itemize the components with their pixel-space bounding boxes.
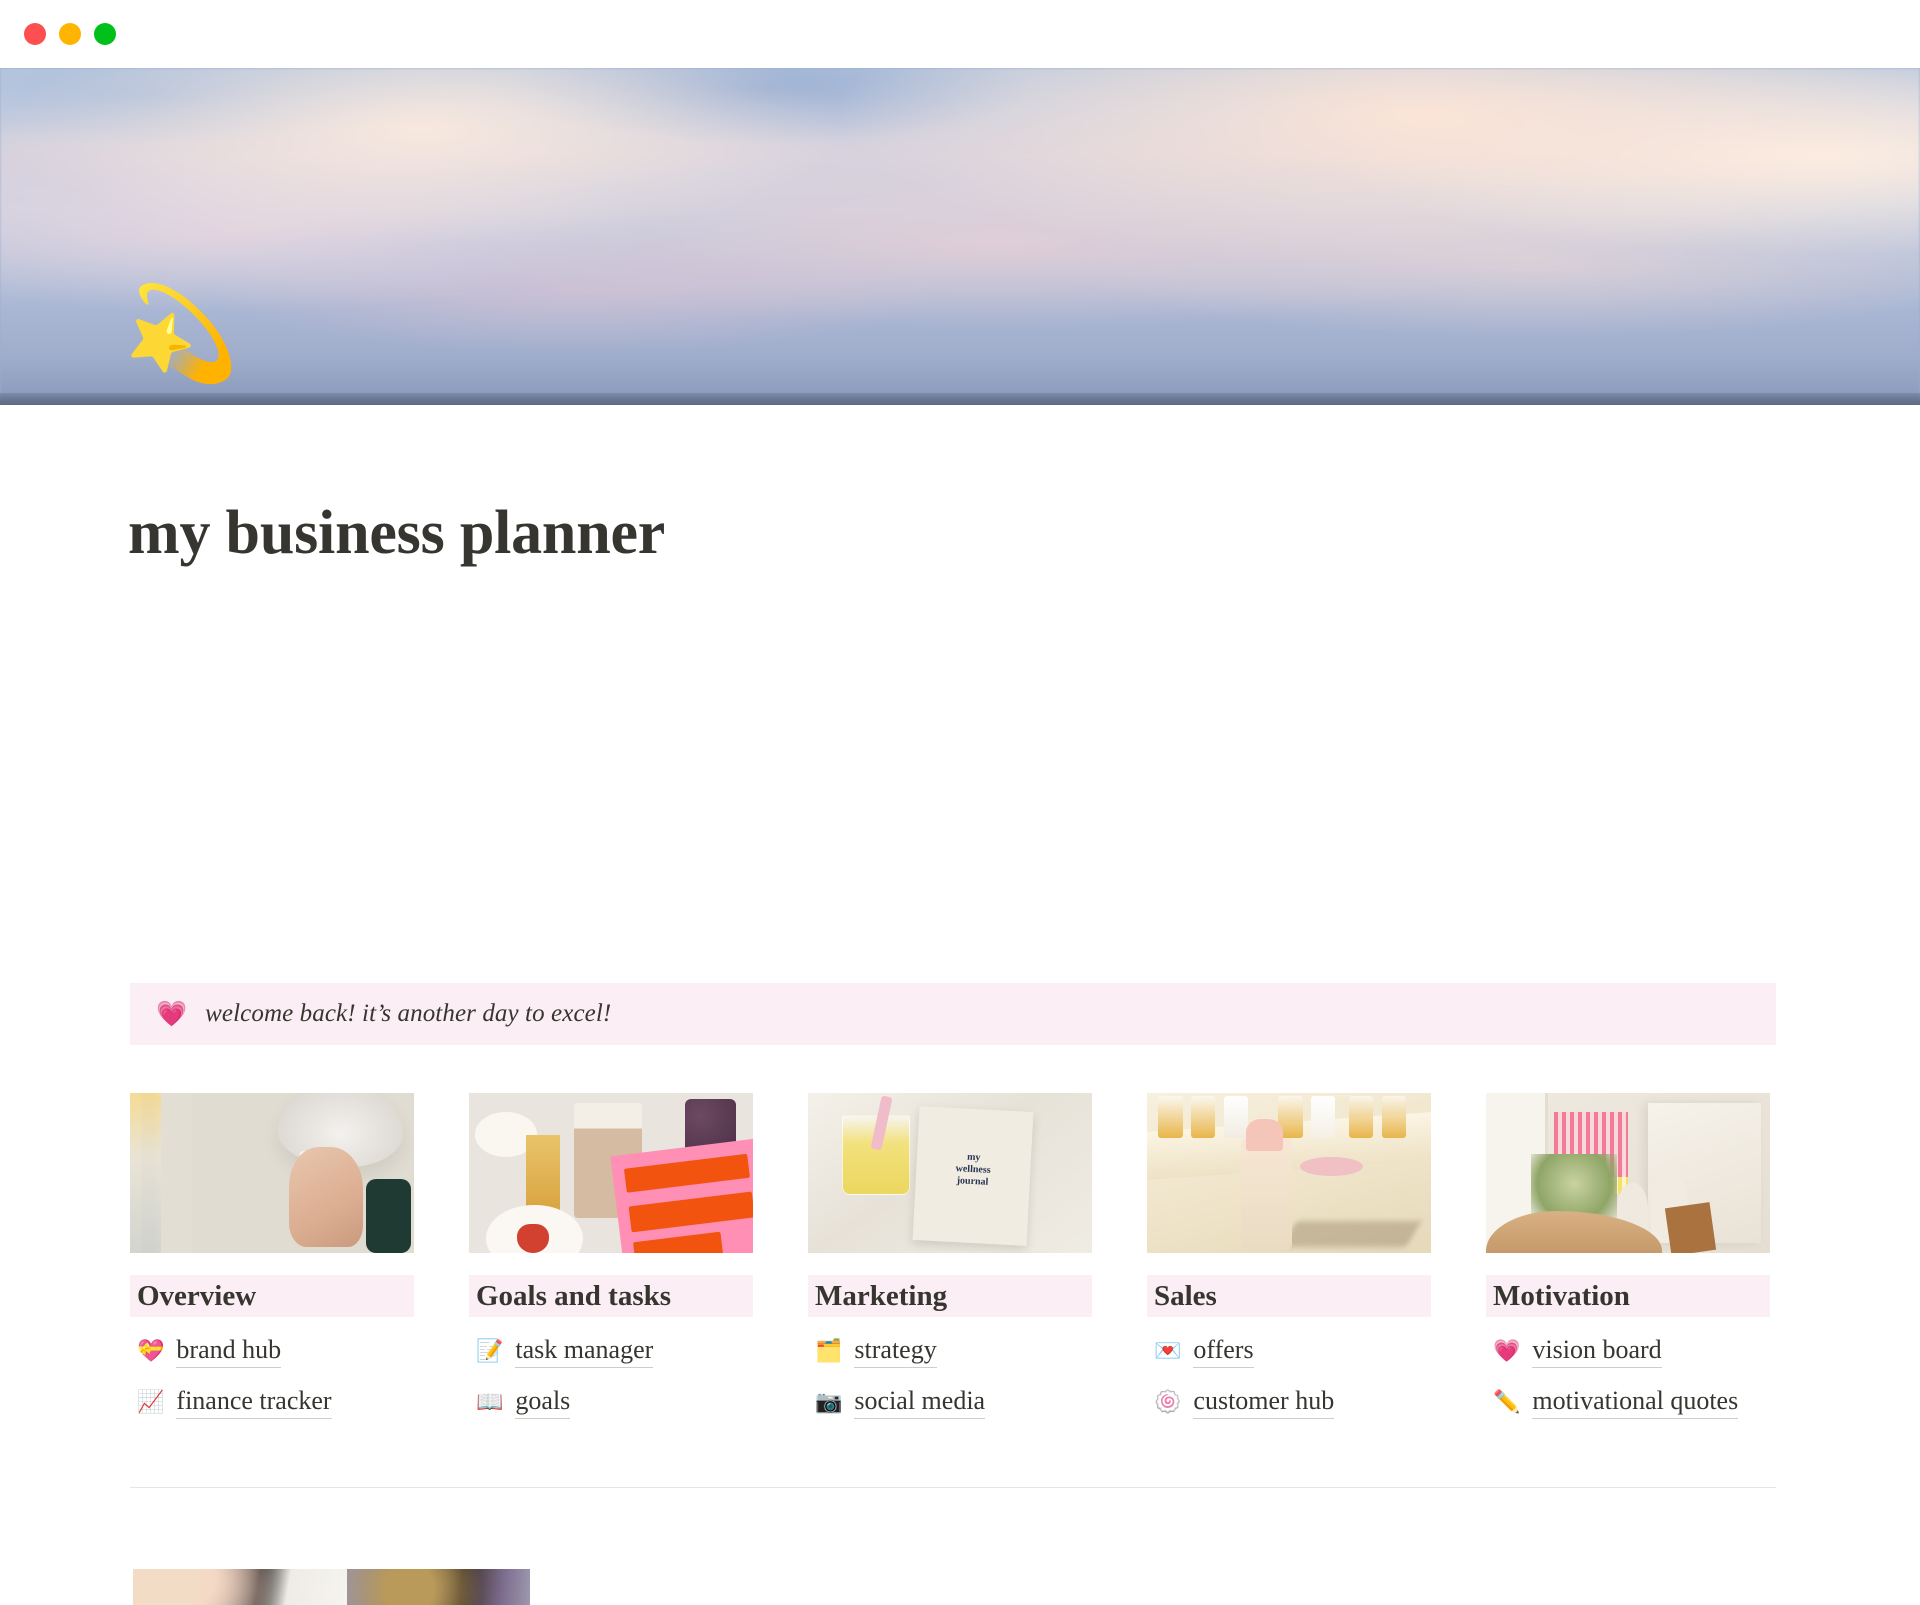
heart-with-ribbon-icon: 💝 [137,1338,165,1363]
thumbnail-goals-and-tasks[interactable] [469,1093,753,1253]
bottom-gallery-preview[interactable] [133,1569,530,1605]
link-goals-label: goals [515,1386,571,1419]
open-book-icon: 📖 [476,1389,504,1414]
thumbnail-marketing[interactable]: my wellness journal [808,1093,1092,1253]
page-body: 💫 my business planner 💗 welcome back! it… [0,288,1920,1605]
overview-photo [130,1093,414,1253]
love-letter-icon: 💌 [1154,1338,1182,1363]
heading-marketing-text: Marketing [815,1279,948,1312]
link-vision-board[interactable]: 💗 vision board [1486,1335,1770,1368]
link-brand-hub-label: brand hub [176,1335,282,1368]
bottom-gallery-image-1[interactable] [133,1569,347,1605]
column-marketing: my wellness journal Marketing 🗂️ strategy … [808,1093,1092,1419]
link-task-manager-label: task manager [515,1335,654,1368]
heading-overview-text: Overview [137,1279,257,1312]
page-title: my business planner [128,499,666,567]
link-social-media-label: social media [854,1386,986,1419]
cover-horizon-line [0,393,1920,405]
link-vision-board-label: vision board [1532,1335,1662,1368]
link-brand-hub[interactable]: 💝 brand hub [130,1335,414,1368]
maximize-window-button[interactable] [94,23,116,45]
growing-heart-icon: 💗 [1493,1338,1521,1363]
link-offers[interactable]: 💌 offers [1147,1335,1431,1368]
link-finance-tracker[interactable]: 📈 finance tracker [130,1386,414,1419]
sales-photo [1147,1093,1431,1253]
link-social-media[interactable]: 📷 social media [808,1386,1092,1419]
heading-motivation: Motivation [1486,1275,1770,1317]
link-finance-tracker-label: finance tracker [176,1386,332,1419]
heading-marketing: Marketing [808,1275,1092,1317]
heading-motivation-text: Motivation [1493,1279,1630,1312]
link-task-manager[interactable]: 📝 task manager [469,1335,753,1368]
heading-sales: Sales [1147,1275,1431,1317]
bottom-gallery-image-2[interactable] [347,1569,530,1605]
callout-text: welcome back! it’s another day to excel! [205,1000,612,1027]
category-columns: Overview 💝 brand hub 📈 finance tracker G… [130,1093,1780,1419]
heading-goals-and-tasks: Goals and tasks [469,1275,753,1317]
link-motivational-quotes[interactable]: ✏️ motivational quotes [1486,1386,1770,1419]
card-index-dividers-icon: 🗂️ [815,1338,843,1363]
heading-goals-and-tasks-text: Goals and tasks [476,1279,672,1312]
link-customer-hub-label: customer hub [1193,1386,1335,1419]
column-goals-and-tasks: Goals and tasks 📝 task manager 📖 goals [469,1093,753,1419]
heading-overview: Overview [130,1275,414,1317]
link-customer-hub[interactable]: 🍥 customer hub [1147,1386,1431,1419]
motivation-photo [1486,1093,1770,1253]
link-motivational-quotes-label: motivational quotes [1532,1386,1739,1419]
thumbnail-motivation[interactable] [1486,1093,1770,1253]
column-sales: Sales 💌 offers 🍥 customer hub [1147,1093,1431,1419]
column-motivation: Motivation 💗 vision board ✏️ motivationa… [1486,1093,1770,1419]
section-divider [130,1487,1776,1488]
minimize-window-button[interactable] [59,23,81,45]
link-goals[interactable]: 📖 goals [469,1386,753,1419]
memo-icon: 📝 [476,1338,504,1363]
link-strategy-label: strategy [854,1335,937,1368]
window-titlebar [0,0,1920,68]
fish-cake-swirl-icon: 🍥 [1154,1389,1182,1414]
cover-sky-gradient [0,68,1920,405]
welcome-callout[interactable]: 💗 welcome back! it’s another day to exce… [130,983,1776,1045]
link-strategy[interactable]: 🗂️ strategy [808,1335,1092,1368]
column-overview: Overview 💝 brand hub 📈 finance tracker [130,1093,414,1419]
chart-increasing-icon: 📈 [137,1389,165,1414]
link-offers-label: offers [1193,1335,1254,1368]
dizzy-star-icon[interactable]: 💫 [124,288,239,380]
thumbnail-sales[interactable] [1147,1093,1431,1253]
page-cover-image[interactable] [0,68,1920,405]
heading-sales-text: Sales [1154,1279,1217,1312]
camera-icon: 📷 [815,1389,843,1414]
growing-heart-icon: 💗 [156,1000,188,1028]
marketing-photo: my wellness journal [808,1093,1092,1253]
thumbnail-overview[interactable] [130,1093,414,1253]
goals-photo [469,1093,753,1253]
pencil-icon: ✏️ [1493,1389,1521,1414]
close-window-button[interactable] [24,23,46,45]
